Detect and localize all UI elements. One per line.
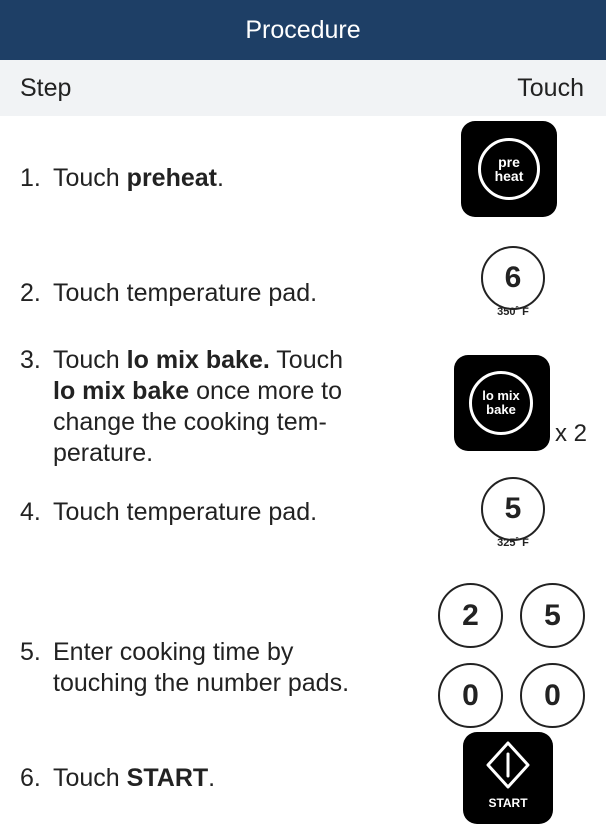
preheat-line2: heat bbox=[494, 168, 524, 184]
lomix-line2: bake bbox=[486, 402, 516, 417]
lomix-line1: lo mix bbox=[482, 388, 520, 403]
lo-mix-bake-key-icon: lo mix bake bbox=[469, 371, 533, 435]
temperature-pad-5[interactable]: 5 325˚ F bbox=[481, 477, 545, 549]
step-number: 6. bbox=[20, 764, 41, 792]
step-text: Touch temperature pad. bbox=[53, 279, 318, 307]
step-text: Touch START. bbox=[53, 764, 216, 792]
number-pad[interactable]: 5 bbox=[481, 477, 545, 541]
step-number: 2. bbox=[20, 279, 41, 307]
header-title: Procedure bbox=[245, 15, 361, 44]
number-pad-2[interactable]: 2 bbox=[438, 583, 503, 648]
step-2: 2. Touch temperature pad. bbox=[20, 278, 393, 309]
step-column-label: Step bbox=[20, 74, 72, 102]
temperature-label: 350˚ F bbox=[497, 306, 529, 318]
temperature-label: 325˚ F bbox=[497, 537, 529, 549]
temperature-pad-6[interactable]: 6 350˚ F bbox=[481, 246, 545, 318]
step-text: Enter cooking time by touching the numbe… bbox=[53, 638, 350, 697]
preheat-key[interactable]: pre heat bbox=[461, 121, 557, 217]
touch-column-label: Touch bbox=[517, 74, 584, 102]
step-number: 5. bbox=[20, 638, 41, 666]
step-5: 5. Enter cooking time by touching the nu… bbox=[20, 637, 373, 699]
procedure-header: Procedure bbox=[0, 0, 606, 60]
step-text: Touch temperature pad. bbox=[53, 498, 318, 526]
step-number: 1. bbox=[20, 164, 41, 192]
step-number: 3. bbox=[20, 346, 41, 374]
start-label: START bbox=[488, 796, 528, 810]
start-key[interactable]: START bbox=[463, 732, 553, 824]
step-number: 4. bbox=[20, 498, 41, 526]
column-header-row: Step Touch bbox=[0, 60, 606, 116]
press-twice-label: x 2 bbox=[555, 420, 588, 447]
step-4: 4. Touch temperature pad. bbox=[20, 497, 393, 528]
lo-mix-bake-key[interactable]: lo mix bake bbox=[454, 355, 550, 451]
step-text: Touch lo mix bake. Touch lo mix bake onc… bbox=[53, 346, 344, 467]
number-pad[interactable]: 6 bbox=[481, 246, 545, 310]
number-pad-5[interactable]: 5 bbox=[520, 583, 585, 648]
number-pad-0-first[interactable]: 0 bbox=[438, 663, 503, 728]
preheat-line1: pre bbox=[498, 154, 520, 170]
preheat-key-icon: pre heat bbox=[478, 138, 540, 200]
step-text: Touch preheat. bbox=[53, 164, 224, 192]
step-1: 1. Touch preheat. bbox=[20, 163, 393, 194]
number-pad-0-second[interactable]: 0 bbox=[520, 663, 585, 728]
step-3: 3. Touch lo mix bake. Touch lo mix bake … bbox=[20, 345, 353, 469]
step-6: 6. Touch START. bbox=[20, 763, 393, 794]
